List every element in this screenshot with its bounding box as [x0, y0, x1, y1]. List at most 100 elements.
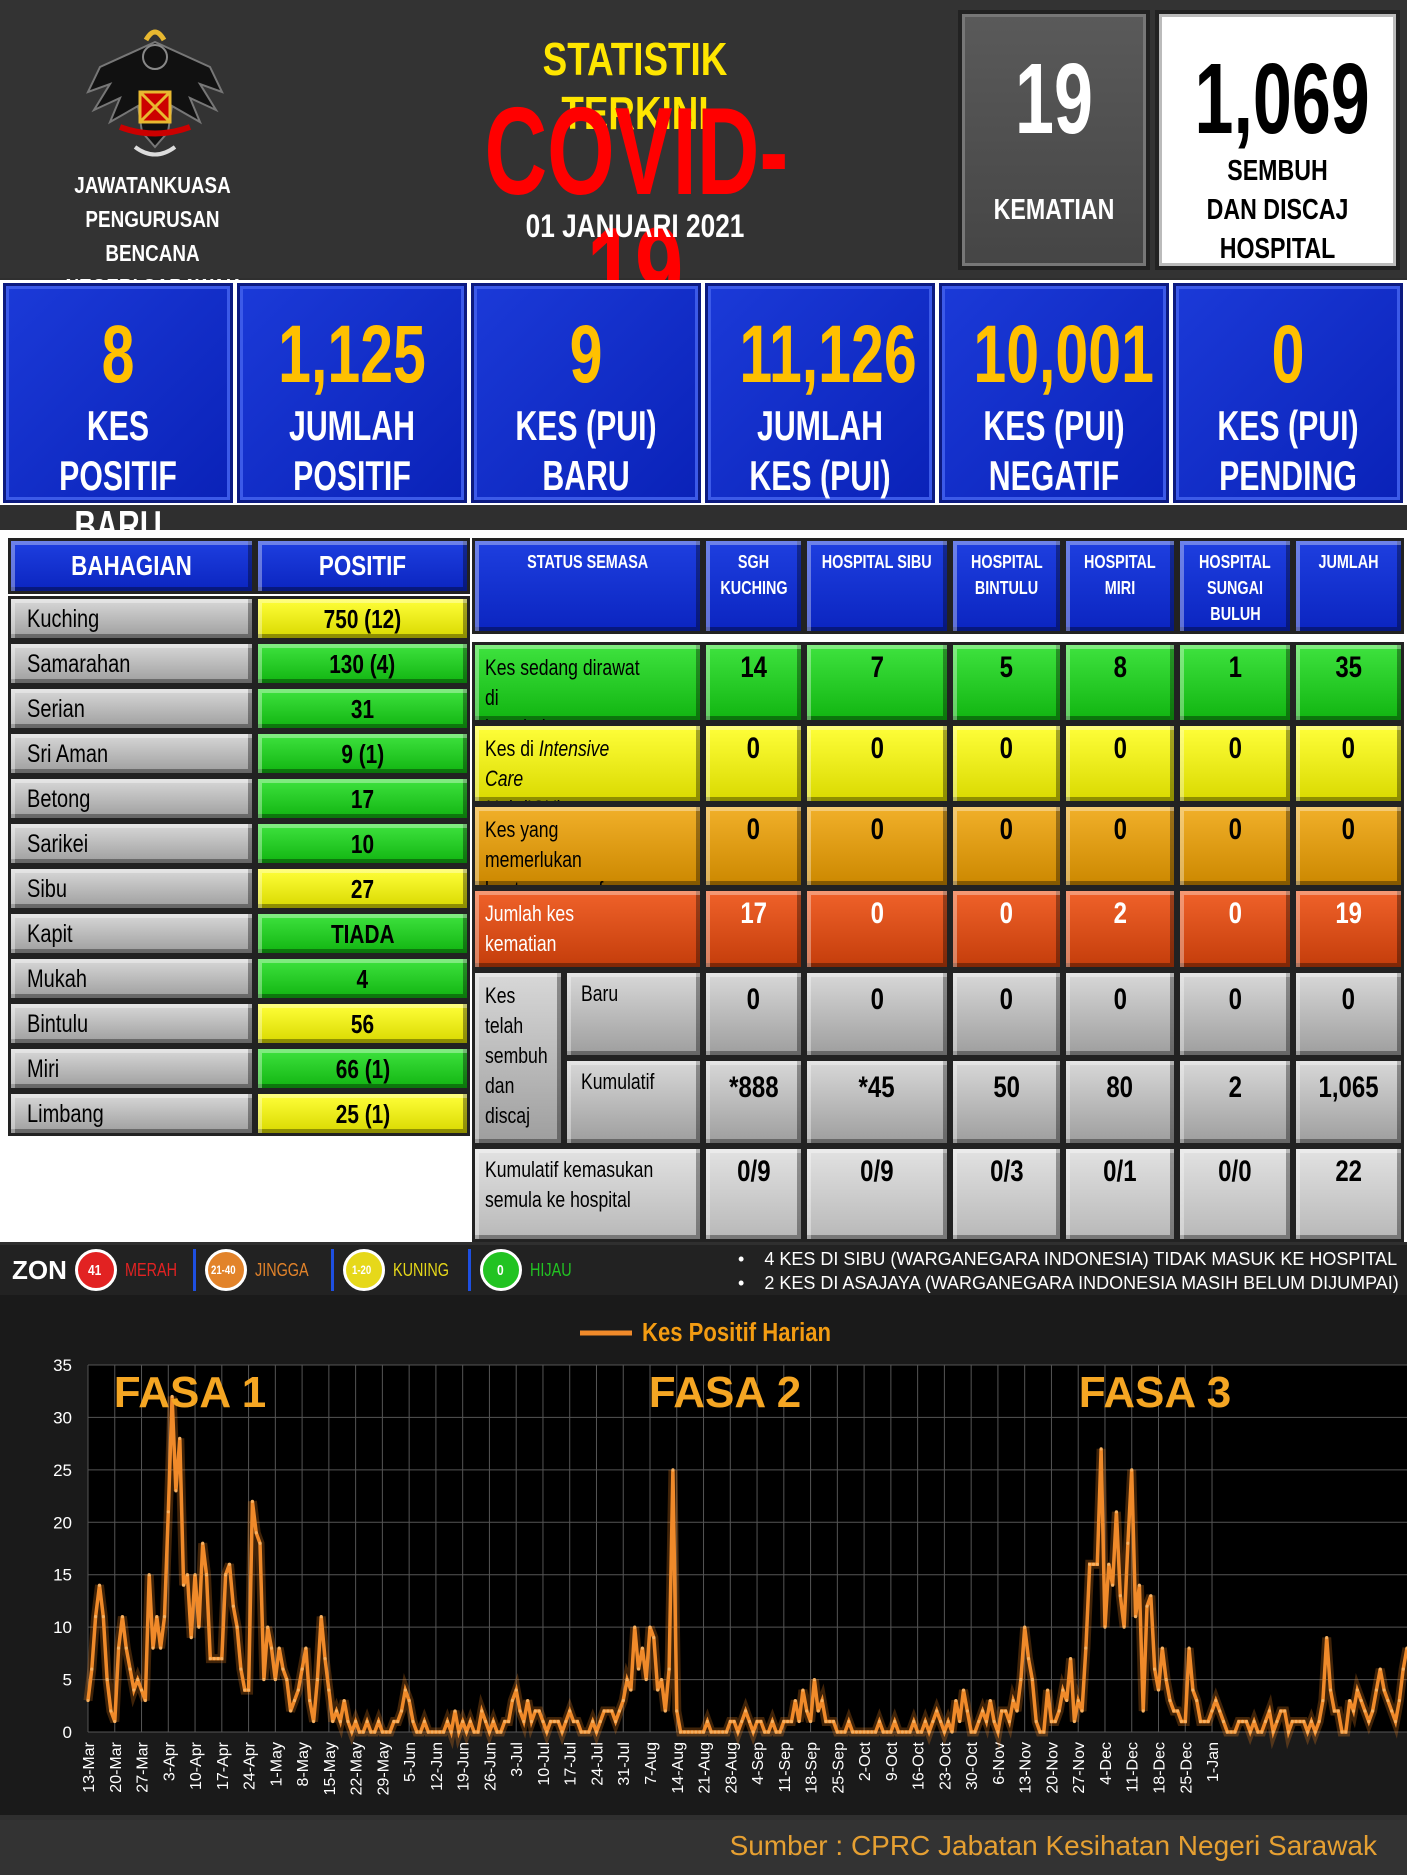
data-point: [296, 1688, 300, 1692]
data-point: [667, 1667, 671, 1671]
data-point: [1351, 1709, 1356, 1713]
data-point: [1305, 1730, 1310, 1734]
data-point: [139, 1688, 144, 1692]
header-line: KUCHING: [706, 575, 801, 601]
data-point: [541, 1719, 545, 1724]
data-point: [594, 1730, 599, 1734]
data-point: [258, 1541, 262, 1545]
data-point: [1275, 1719, 1279, 1724]
data-point: [243, 1688, 247, 1692]
data-point: [1114, 1510, 1119, 1514]
stat-label-line: KES POSITIF: [59, 402, 177, 499]
status-value: 80: [1106, 1071, 1134, 1104]
status-row-label: Jumlah kes kematian: [472, 888, 703, 970]
recovered-label-line: SEMBUH: [1227, 155, 1328, 187]
x-tick-label: 21-Aug: [697, 1742, 714, 1794]
data-point: [449, 1730, 453, 1734]
data-point: [1023, 1625, 1027, 1629]
data-point: [743, 1709, 748, 1713]
phase-label: FASA 3: [1079, 1368, 1231, 1417]
x-tick-label: 1-Jan: [1205, 1742, 1222, 1782]
data-point: [786, 1719, 790, 1724]
division-name: Sri Aman: [27, 740, 109, 768]
data-point: [304, 1646, 308, 1650]
data-point: [334, 1709, 339, 1713]
data-point: [981, 1709, 985, 1713]
status-header-cell: HOSPITAL MIRI: [1063, 538, 1177, 634]
label-text: Kes di Intensive Care: [485, 736, 610, 791]
recovered-box: 1,069 SEMBUH DAN DISCAJ HOSPITAL: [1155, 10, 1400, 270]
data-point: [181, 1583, 186, 1587]
data-point: [193, 1573, 197, 1577]
data-point: [430, 1730, 434, 1734]
zone-title: ZON: [12, 1255, 67, 1285]
data-point: [529, 1719, 534, 1724]
data-point: [1160, 1646, 1164, 1650]
data-point: [422, 1719, 427, 1724]
x-tick-label: 25-Sep: [830, 1742, 847, 1794]
data-point: [1076, 1698, 1080, 1703]
data-point: [900, 1730, 904, 1734]
x-tick-label: 20-Nov: [1044, 1742, 1061, 1794]
x-tick-label: 15-May: [322, 1742, 339, 1795]
stat-label: KES (PUI) BARU: [505, 401, 666, 501]
data-point: [1298, 1719, 1302, 1724]
division-value: 27: [350, 874, 375, 904]
data-point: [438, 1730, 442, 1734]
data-point: [701, 1730, 706, 1734]
y-tick-label: 20: [53, 1513, 72, 1532]
data-point: [254, 1531, 258, 1535]
data-point: [220, 1657, 224, 1661]
status-value: 8: [1113, 651, 1127, 684]
data-point: [403, 1688, 407, 1692]
data-point: [640, 1646, 644, 1650]
stat-value: 8: [101, 309, 135, 400]
stat-value: 0: [1271, 309, 1305, 400]
stat-label-line: NEGATIF: [988, 452, 1120, 499]
data-point: [1348, 1698, 1352, 1703]
data-point: [1015, 1709, 1019, 1713]
division-row-name: Sri Aman: [8, 731, 255, 776]
header-line: BINTULU: [953, 575, 1060, 601]
data-point: [514, 1688, 518, 1692]
data-point: [625, 1677, 629, 1682]
data-point: [1168, 1698, 1172, 1703]
status-value-cell: 8: [1063, 642, 1177, 723]
division-row-value: 9 (1): [255, 731, 470, 776]
label-text: Kes sedang dirawat di: [485, 655, 640, 710]
data-point: [1179, 1719, 1184, 1724]
label-line: sembuh: [485, 1041, 551, 1071]
data-point: [801, 1688, 805, 1692]
data-point: [441, 1730, 446, 1734]
status-value-cell: 0: [1177, 888, 1293, 970]
data-point: [1156, 1688, 1161, 1692]
status-value: 0: [870, 897, 884, 930]
data-point: [896, 1730, 901, 1734]
data-point: [1221, 1719, 1226, 1724]
data-point: [487, 1730, 492, 1734]
header-text: HOSPITAL: [1084, 552, 1156, 572]
header-text: BAHAGIAN: [71, 550, 192, 581]
data-point: [583, 1730, 587, 1734]
data-point: [885, 1730, 889, 1734]
zone-label-text: KUNING: [393, 1259, 450, 1280]
data-point: [1263, 1719, 1268, 1724]
data-point: [1401, 1667, 1405, 1671]
status-value-cell: 0: [703, 970, 804, 1058]
data-point: [1386, 1698, 1390, 1703]
label-text: Jumlah kes kematian: [485, 901, 575, 956]
data-point: [1122, 1625, 1126, 1629]
data-point: [311, 1719, 316, 1724]
data-point: [204, 1573, 209, 1577]
data-point: [1057, 1709, 1061, 1713]
data-point: [453, 1709, 457, 1713]
org-line: JAWATANKUASA: [74, 172, 231, 198]
data-point: [491, 1719, 495, 1724]
data-point: [94, 1615, 98, 1619]
division-row-value: 31: [255, 686, 470, 731]
division-row-value: 10: [255, 821, 470, 866]
status-value-cell: 0: [1177, 970, 1293, 1058]
data-point: [858, 1730, 862, 1734]
data-point: [151, 1646, 155, 1650]
data-point: [109, 1709, 113, 1713]
